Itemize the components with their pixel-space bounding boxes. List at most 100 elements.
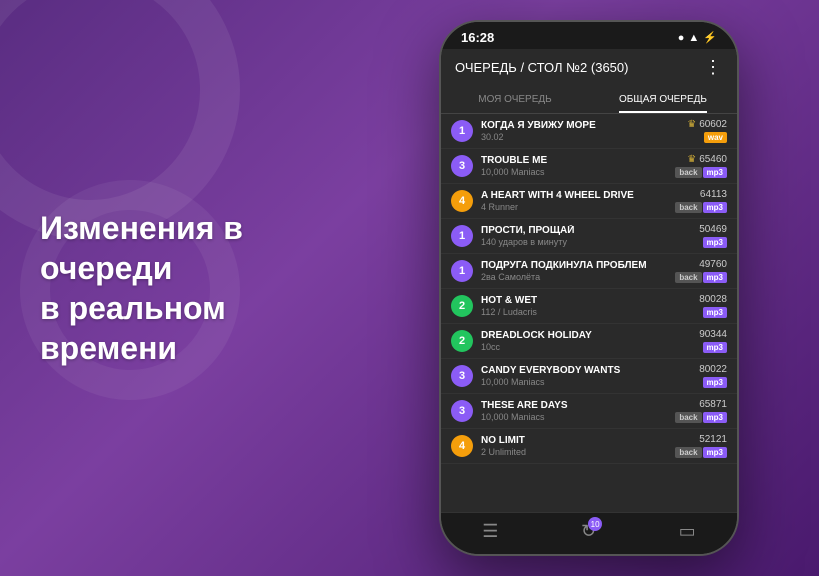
song-info: TROUBLE ME 10,000 Maniacs: [481, 155, 667, 177]
format-tag: mp3: [703, 377, 727, 388]
phone-frame: 16:28 ● ▲ ⚡ ОЧЕРЕДЬ / СТОЛ №2 (3650) ⋮ М…: [439, 20, 739, 556]
wifi-icon: ▲: [688, 32, 699, 44]
nav-refresh[interactable]: ↻ 10: [581, 521, 596, 542]
network-icon: ●: [678, 32, 685, 44]
song-number: 3: [451, 365, 473, 387]
song-info: CANDY EVERYBODY WANTS 10,000 Maniacs: [481, 365, 691, 387]
hero-line-2: в реальном времени: [40, 290, 226, 366]
song-info: THESE ARE DAYS 10,000 Maniacs: [481, 400, 667, 422]
list-item[interactable]: 1 ПРОСТИ, ПРОЩАЙ 140 ударов в минуту 504…: [441, 219, 737, 254]
song-artist: 112 / Ludacris: [481, 307, 691, 317]
menu-button[interactable]: ⋮: [704, 57, 723, 78]
hero-line-1: Изменения в очереди: [40, 210, 243, 286]
battery-icon: ⚡: [703, 31, 717, 44]
app-title: ОЧЕРЕДЬ / СТОЛ №2 (3650): [455, 60, 628, 75]
tag-group: mp3: [703, 307, 727, 318]
song-number: 4: [451, 190, 473, 212]
song-id: 49760: [699, 259, 727, 270]
song-title: NO LIMIT: [481, 435, 667, 446]
song-info: КОГДА Я УВИЖУ МОРЕ 30.02: [481, 120, 679, 142]
tab-general-queue[interactable]: ОБЩАЯ ОЧЕРЕДЬ: [589, 86, 737, 113]
list-item[interactable]: 2 HOT & WET 112 / Ludacris 80028 mp3: [441, 289, 737, 324]
song-id: 80022: [699, 364, 727, 375]
app-header: ОЧЕРЕДЬ / СТОЛ №2 (3650) ⋮: [441, 49, 737, 86]
format-tag: back: [675, 167, 701, 178]
song-title: CANDY EVERYBODY WANTS: [481, 365, 691, 376]
song-right: 65871 back mp3: [675, 399, 727, 423]
status-time: 16:28: [461, 30, 494, 45]
format-tag: mp3: [703, 412, 727, 423]
song-right: 49760 back mp3: [675, 259, 727, 283]
song-info: DREADLOCK HOLIDAY 10cc: [481, 330, 691, 352]
nav-badge: 10: [588, 517, 602, 531]
song-info: ПРОСТИ, ПРОЩАЙ 140 ударов в минуту: [481, 225, 691, 247]
song-number: 1: [451, 260, 473, 282]
list-item[interactable]: 3 CANDY EVERYBODY WANTS 10,000 Maniacs 8…: [441, 359, 737, 394]
screen-nav-icon: ▭: [679, 521, 696, 542]
song-id: 50469: [699, 224, 727, 235]
tag-group: back mp3: [675, 202, 727, 213]
song-id: 52121: [699, 434, 727, 445]
format-tag: mp3: [703, 307, 727, 318]
song-artist: 10,000 Maniacs: [481, 167, 667, 177]
format-tag: mp3: [703, 237, 727, 248]
song-artist: 10,000 Maniacs: [481, 377, 691, 387]
list-item[interactable]: 1 КОГДА Я УВИЖУ МОРЕ 30.02 ♛ 60602 wav: [441, 114, 737, 149]
song-number: 3: [451, 155, 473, 177]
format-tag: back: [675, 412, 701, 423]
song-title: ПОДРУГА ПОДКИНУЛА ПРОБЛЕМ: [481, 260, 667, 271]
song-title: THESE ARE DAYS: [481, 400, 667, 411]
queue-nav-icon: ☰: [482, 521, 498, 542]
nav-screen[interactable]: ▭: [679, 521, 696, 542]
song-title: TROUBLE ME: [481, 155, 667, 166]
song-id: 64113: [700, 189, 727, 200]
format-tag: mp3: [703, 272, 727, 283]
song-artist: 10,000 Maniacs: [481, 412, 667, 422]
song-info: ПОДРУГА ПОДКИНУЛА ПРОБЛЕМ 2ва Самолёта: [481, 260, 667, 282]
song-number: 2: [451, 295, 473, 317]
song-artist: 10cc: [481, 342, 691, 352]
format-tag: mp3: [703, 167, 727, 178]
song-right: 80022 mp3: [699, 364, 727, 388]
tag-group: back mp3: [675, 447, 727, 458]
song-title: КОГДА Я УВИЖУ МОРЕ: [481, 120, 679, 131]
list-item[interactable]: 2 DREADLOCK HOLIDAY 10cc 90344 mp3: [441, 324, 737, 359]
list-item[interactable]: 3 THESE ARE DAYS 10,000 Maniacs 65871 ba…: [441, 394, 737, 429]
song-right: 64113 back mp3: [675, 189, 727, 213]
format-tag: mp3: [703, 447, 727, 458]
song-id: 80028: [699, 294, 727, 305]
song-artist: 30.02: [481, 132, 679, 142]
song-title: HOT & WET: [481, 295, 691, 306]
song-artist: 2ва Самолёта: [481, 272, 667, 282]
song-artist: 4 Runner: [481, 202, 667, 212]
song-id: ♛ 60602: [687, 119, 727, 130]
song-right: 80028 mp3: [699, 294, 727, 318]
list-item[interactable]: 3 TROUBLE ME 10,000 Maniacs ♛ 65460 back…: [441, 149, 737, 184]
tab-my-queue[interactable]: МОЯ ОЧЕРЕДЬ: [441, 86, 589, 113]
song-number: 2: [451, 330, 473, 352]
crown-icon: ♛: [687, 119, 696, 130]
list-item[interactable]: 4 NO LIMIT 2 Unlimited 52121 back mp3: [441, 429, 737, 464]
song-title: A HEART WITH 4 WHEEL DRIVE: [481, 190, 667, 201]
list-item[interactable]: 4 A HEART WITH 4 WHEEL DRIVE 4 Runner 64…: [441, 184, 737, 219]
status-bar: 16:28 ● ▲ ⚡: [441, 22, 737, 49]
tag-group: mp3: [703, 342, 727, 353]
format-tag: mp3: [703, 202, 727, 213]
tag-group: back mp3: [675, 272, 727, 283]
list-item[interactable]: 1 ПОДРУГА ПОДКИНУЛА ПРОБЛЕМ 2ва Самолёта…: [441, 254, 737, 289]
song-info: NO LIMIT 2 Unlimited: [481, 435, 667, 457]
song-info: HOT & WET 112 / Ludacris: [481, 295, 691, 317]
song-id: 65871: [699, 399, 727, 410]
song-title: ПРОСТИ, ПРОЩАЙ: [481, 225, 691, 236]
tag-group: back mp3: [675, 167, 727, 178]
song-number: 4: [451, 435, 473, 457]
song-right: 50469 mp3: [699, 224, 727, 248]
tag-group: wav: [704, 132, 727, 143]
song-id: 90344: [699, 329, 727, 340]
format-tag: back: [675, 447, 701, 458]
song-artist: 140 ударов в минуту: [481, 237, 691, 247]
nav-queue[interactable]: ☰: [482, 521, 498, 542]
song-artist: 2 Unlimited: [481, 447, 667, 457]
tag-group: back mp3: [675, 412, 727, 423]
song-list[interactable]: 1 КОГДА Я УВИЖУ МОРЕ 30.02 ♛ 60602 wav: [441, 114, 737, 512]
